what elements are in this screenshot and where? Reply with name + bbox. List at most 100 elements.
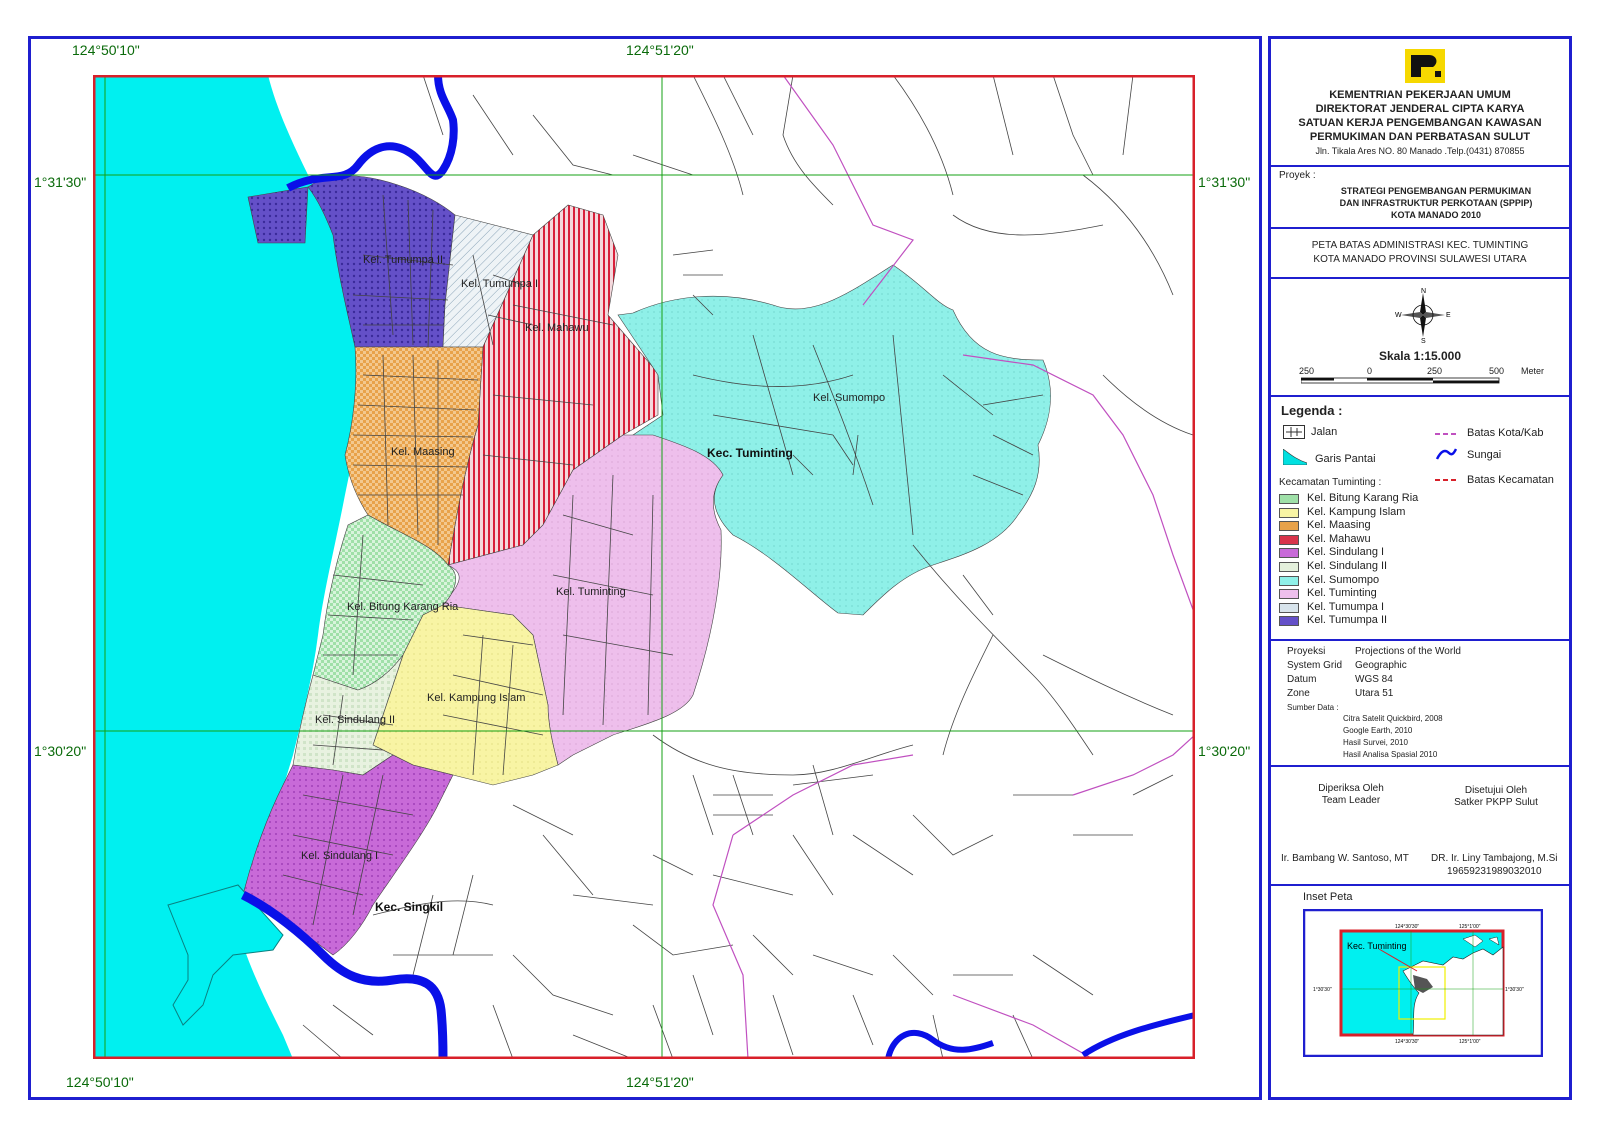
project-line3: KOTA MANADO 2010	[1390, 210, 1481, 220]
legend-item-label: Kel. Sindulang II	[1307, 560, 1388, 572]
header-line4: PERMUKIMAN DAN PERBATASAN SULUT	[1309, 131, 1531, 143]
sig-right-nip: 19659231989032010	[1447, 866, 1542, 877]
divider	[1271, 639, 1569, 641]
inset-left: 1°30'30"	[1313, 987, 1332, 993]
legend-swatch	[1279, 616, 1299, 627]
pu-logo-icon	[1405, 49, 1445, 83]
header-address: Jln. Tikala Ares NO. 80 Manado .Telp.(04…	[1315, 146, 1525, 156]
proj-key-2: System Grid	[1287, 660, 1343, 671]
legend-swatch	[1279, 589, 1299, 600]
sig-left-title2: Team Leader	[1321, 795, 1381, 806]
city-boundary-legend-icon	[1435, 433, 1457, 435]
legend-swatch	[1279, 575, 1299, 586]
scale-tick-3: 250	[1427, 366, 1443, 376]
scale-unit: Meter	[1521, 366, 1545, 376]
coastline-legend-icon	[1283, 449, 1307, 465]
header-line2: DIREKTORAT JENDERAL CIPTA KARYA	[1315, 103, 1525, 115]
coord-left-upper: 1°31'30"	[34, 174, 87, 190]
proj-val-3: WGS 84	[1355, 674, 1393, 685]
compass-e: E	[1446, 312, 1451, 319]
label-bitung-karang-ria: Kel. Bitung Karang Ria	[347, 601, 459, 613]
road-legend-icon	[1283, 425, 1305, 439]
map-canvas[interactable]: Kel. Tumumpa II Kel. Tumumpa I Kel. Maha…	[93, 75, 1195, 1059]
scale-tick-2: 0	[1367, 366, 1373, 376]
legend-item-label: Kel. Mahawu	[1307, 532, 1371, 545]
label-maasing: Kel. Maasing	[391, 446, 455, 458]
scale-tick-1: 250	[1299, 366, 1315, 376]
legend-item-label: Kel. Tuminting	[1307, 587, 1377, 600]
legend-title: Legenda :	[1281, 403, 1343, 418]
divider	[1271, 395, 1569, 397]
legend-batas-kecamatan: Batas Kecamatan	[1467, 474, 1554, 486]
compass-rose-icon: N S W E	[1395, 288, 1451, 343]
project-label: Proyek :	[1279, 170, 1316, 181]
inset-top2: 125°1'00"	[1459, 924, 1481, 930]
coord-right-upper: 1°31'30"	[1198, 174, 1251, 190]
project-block: STRATEGI PENGEMBANGAN PERMUKIMAN DAN INF…	[1287, 185, 1585, 221]
river-legend-icon	[1435, 448, 1457, 460]
legend-jalan: Jalan	[1311, 426, 1338, 438]
legend-swatch	[1279, 494, 1299, 504]
divider	[1271, 165, 1569, 167]
divider	[1271, 884, 1569, 886]
label-kec-singkil: Kec. Singkil	[375, 900, 443, 914]
legend-swatch	[1279, 521, 1299, 532]
sig-left-name: Ir. Bambang W. Santoso, MT	[1281, 853, 1409, 864]
label-mahawu: Kel. Mahawu	[525, 322, 589, 334]
projection-keys: Proyeksi System Grid Datum Zone Sumber D…	[1287, 645, 1342, 715]
legend-item-label: Kel. Bitung Karang Ria	[1307, 492, 1419, 504]
divider	[1271, 765, 1569, 767]
coord-top-mid: 124°51'20"	[626, 42, 694, 58]
legend-swatch	[1279, 602, 1299, 613]
label-sumompo: Kel. Sumompo	[813, 392, 885, 404]
sig-left-title1: Diperiksa Oleh	[1318, 783, 1384, 794]
district-boundary-legend-icon	[1435, 479, 1457, 481]
legend-item-label: Kel. Maasing	[1307, 519, 1371, 532]
project-line1: STRATEGI PENGEMBANGAN PERMUKIMAN	[1340, 186, 1532, 196]
coord-top-left: 124°50'10"	[72, 42, 140, 58]
project-line2: DAN INFRASTRUKTUR PERKOTAAN (SPPIP)	[1339, 198, 1533, 208]
source-3: Hasil Survei, 2010	[1343, 738, 1408, 747]
coord-bottom-left: 124°50'10"	[66, 1074, 134, 1090]
source-list: Citra Satelit Quickbird, 2008 Google Ear…	[1343, 713, 1443, 761]
legend-item-label: Kel. Sumompo	[1307, 573, 1380, 586]
inset-label: Kec. Tuminting	[1347, 941, 1407, 951]
proj-sumber: Sumber Data :	[1287, 703, 1339, 712]
inset-bot2: 125°1'00"	[1459, 1039, 1481, 1045]
source-2: Google Earth, 2010	[1343, 726, 1413, 735]
map-title-line1: PETA BATAS ADMINISTRASI KEC. TUMINTING	[1311, 240, 1529, 251]
divider	[1271, 277, 1569, 279]
source-4: Hasil Analisa Spasial 2010	[1343, 750, 1438, 759]
proj-val-4: Utara 51	[1355, 688, 1394, 699]
legend-swatch	[1279, 534, 1299, 545]
legend-item-label: Kel. Tumumpa I	[1307, 600, 1385, 613]
signature-left: Diperiksa Oleh Team Leader	[1311, 783, 1391, 807]
proj-val-2: Geographic	[1355, 660, 1407, 671]
kel-tumumpa-ii-pier	[247, 186, 309, 244]
sig-right-name: DR. Ir. Liny Tambajong, M.Si	[1431, 853, 1558, 864]
legend-sungai: Sungai	[1467, 449, 1502, 461]
compass-n: N	[1421, 288, 1426, 295]
projection-values: Projections of the World Geographic WGS …	[1355, 645, 1461, 701]
coord-bottom-mid: 124°51'20"	[626, 1074, 694, 1090]
inset-map[interactable]: Kec. Tuminting 124°30'30" 125°1'00" 124°…	[1303, 909, 1543, 1057]
proj-key-4: Zone	[1287, 688, 1310, 699]
legend-swatch	[1279, 507, 1299, 518]
label-sindulang-ii: Kel. Sindulang II	[315, 714, 395, 726]
legend-item-label: Kel. Kampung Islam	[1307, 505, 1406, 518]
proj-key-3: Datum	[1287, 674, 1317, 685]
proj-key-1: Proyeksi	[1287, 646, 1326, 657]
label-tuminting: Kel. Tuminting	[556, 586, 626, 598]
coord-right-lower: 1°30'20"	[1198, 743, 1251, 759]
sig-right-title1: Disetujui Oleh	[1464, 785, 1528, 796]
info-panel: KEMENTRIAN PEKERJAAN UMUM DIREKTORAT JEN…	[1268, 36, 1572, 1100]
legend-swatch	[1279, 548, 1299, 559]
inset-bot1: 124°30'30"	[1395, 1039, 1419, 1045]
compass-s: S	[1421, 338, 1426, 343]
signature-right: Disetujui Oleh Satker PKPP Sulut	[1441, 785, 1551, 809]
label-kampung-islam: Kel. Kampung Islam	[427, 692, 525, 704]
compass-w: W	[1395, 312, 1402, 319]
header-block: KEMENTRIAN PEKERJAAN UMUM DIREKTORAT JEN…	[1271, 88, 1569, 158]
sig-right-title2: Satker PKPP Sulut	[1454, 797, 1538, 808]
label-sindulang-i: Kel. Sindulang I	[301, 850, 378, 862]
